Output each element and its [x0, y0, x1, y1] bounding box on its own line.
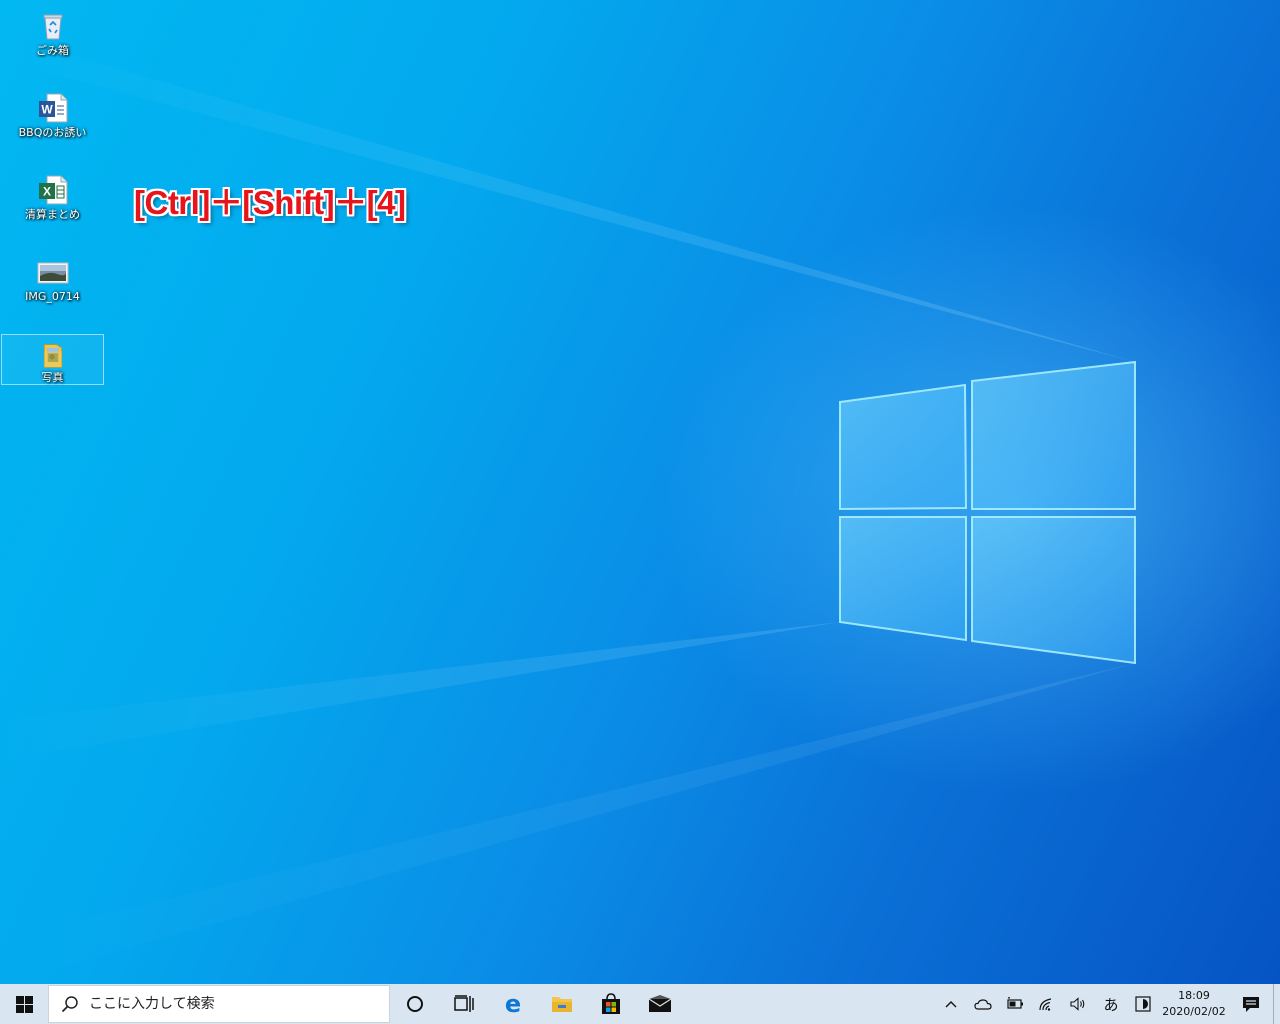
ime-toggle-icon	[1135, 996, 1151, 1012]
svg-text:X: X	[42, 185, 50, 199]
show-hidden-icons-button[interactable]	[935, 984, 967, 1024]
recycle-bin-icon	[43, 14, 62, 40]
desktop-icon-settlement-workbook[interactable]: X 清算まとめ	[1, 168, 104, 244]
action-center-button[interactable]	[1229, 984, 1273, 1024]
chevron-up-icon	[945, 1001, 957, 1008]
desktop-icon-recycle-bin[interactable]: ごみ箱	[1, 4, 104, 80]
windows-start-icon	[15, 995, 33, 1013]
image-file-icon	[37, 262, 68, 284]
desktop-icon-label: ごみ箱	[36, 44, 69, 57]
clock[interactable]: 18:09 2020/02/02	[1162, 984, 1226, 1024]
folder-icon	[43, 344, 62, 368]
desktop[interactable]: ごみ箱 W BBQのお誘い X 清算まとめ IMG_0714 写真 [Ctrl]…	[0, 0, 1280, 984]
volume-button[interactable]	[1063, 984, 1095, 1024]
desktop-icon-label: BBQのお誘い	[18, 126, 87, 139]
onedrive-button[interactable]	[967, 984, 999, 1024]
task-view-button[interactable]	[439, 984, 488, 1024]
ime-pad-button[interactable]	[1127, 984, 1159, 1024]
ime-mode-button[interactable]: あ	[1095, 984, 1127, 1024]
show-desktop-button[interactable]	[1273, 984, 1280, 1024]
battery-charging-icon	[1007, 997, 1023, 1009]
desktop-icon-label: 清算まとめ	[25, 208, 80, 221]
cortana-icon	[406, 996, 423, 1012]
clock-time: 18:09	[1178, 989, 1210, 1002]
taskbar: e	[0, 984, 1280, 1024]
store-button[interactable]	[586, 984, 635, 1024]
system-tray: あ 18:09 2020/02/02	[935, 984, 1280, 1024]
desktop-icon-label: 写真	[41, 371, 64, 384]
wifi-icon	[1039, 998, 1052, 1011]
network-button[interactable]	[1031, 984, 1063, 1024]
svg-text:e: e	[504, 993, 520, 1015]
search-input[interactable]	[87, 995, 371, 1013]
mail-button[interactable]	[635, 984, 684, 1024]
speaker-icon	[1070, 997, 1085, 1011]
desktop-icon-bbq-document[interactable]: W BBQのお誘い	[1, 86, 104, 162]
file-explorer-button[interactable]	[537, 984, 586, 1024]
file-explorer-icon	[551, 997, 572, 1012]
task-view-icon	[453, 995, 474, 1012]
search-icon	[61, 996, 78, 1013]
edge-icon: e	[504, 993, 520, 1015]
windows-logo	[839, 360, 1136, 665]
word-document-icon: W	[38, 93, 67, 123]
clock-date: 2020/02/02	[1162, 1005, 1226, 1018]
svg-text:W: W	[41, 103, 53, 117]
taskbar-search-box[interactable]	[48, 985, 390, 1023]
desktop-icon-label: IMG_0714	[25, 290, 80, 303]
cortana-button[interactable]	[390, 984, 439, 1024]
desktop-icon-img-0714[interactable]: IMG_0714	[1, 250, 104, 326]
shortcut-annotation: [Ctrl]＋[Shift]＋[4]	[134, 184, 406, 221]
onedrive-cloud-icon	[974, 999, 992, 1010]
store-icon	[601, 993, 620, 1014]
start-button[interactable]	[0, 984, 48, 1024]
desktop-icon-photos-folder[interactable]: 写真	[1, 334, 104, 385]
wallpaper	[0, 35, 1136, 984]
battery-button[interactable]	[999, 984, 1031, 1024]
notification-icon	[1243, 997, 1259, 1012]
edge-button[interactable]: e	[488, 984, 537, 1024]
mail-icon	[648, 995, 671, 1012]
excel-workbook-icon: X	[38, 175, 67, 205]
